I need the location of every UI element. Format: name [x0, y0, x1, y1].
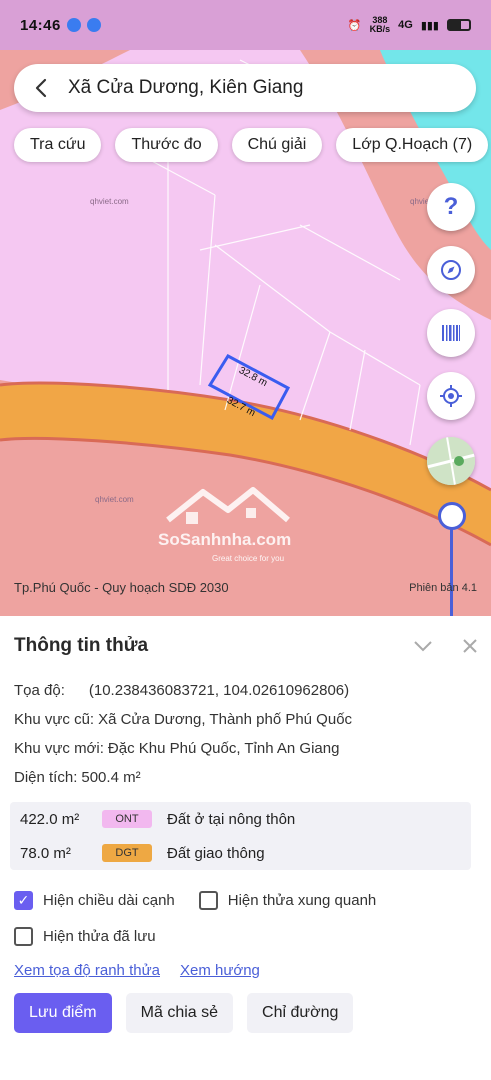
usage-area: 422.0 m² [20, 810, 80, 828]
show-nearby-label[interactable]: Hiện thửa xung quanh [228, 892, 376, 909]
status-time: 14:46 [20, 16, 61, 34]
directions-button[interactable]: Chỉ đường [247, 993, 354, 1033]
collapse-chevron-icon[interactable] [413, 640, 433, 652]
size-value: 500.4 m² [81, 769, 141, 786]
coords-label: Tọa độ: [14, 682, 65, 699]
panel-links: Xem tọa độ ranh thửa Xem hướng [14, 962, 477, 979]
parcel-info-panel: Thông tin thửa Tọa độ: (10.238436083721,… [0, 616, 491, 1080]
network-speed: 388 KB/s [369, 15, 391, 34]
alarm-icon: ⏰ [347, 19, 362, 32]
panel-header: Thông tin thửa [14, 616, 477, 676]
old-area-value: Xã Cửa Dương, Thành phố Phú Quốc [98, 711, 353, 728]
show-nearby-checkbox[interactable] [198, 890, 218, 910]
show-edge-length-checkbox[interactable]: ✓ [14, 890, 33, 910]
chip-legend[interactable]: Chú giải [231, 128, 323, 162]
chip-planning-layers[interactable]: Lớp Q.Hoạch (7) [336, 128, 489, 162]
brand-name: SoSanhnha.com [158, 530, 292, 549]
help-button[interactable]: ? [427, 183, 475, 231]
notification-icon [66, 18, 81, 32]
my-location-button[interactable] [427, 372, 475, 420]
telegram-icon [86, 18, 101, 32]
close-icon[interactable] [463, 639, 477, 653]
show-saved-checkbox[interactable] [14, 926, 33, 946]
table-row: 422.0 m² ONT Đất ở tại nông thôn [10, 802, 471, 836]
old-area-row: Khu vực cũ: Xã Cửa Dương, Thành phố Phú … [14, 705, 477, 734]
old-area-label: Khu vực cũ: [14, 711, 95, 728]
gps-target-icon [440, 385, 462, 407]
compass-icon [441, 260, 461, 280]
status-bar: 14:46 ⏰ 388 KB/s 4G ▮▮▮ [0, 0, 491, 50]
brand-tagline: Great choice for you [212, 554, 285, 563]
compass-button[interactable] [427, 246, 475, 294]
show-nearby-option[interactable]: Hiện thửa xung quanh [198, 890, 376, 910]
table-row: 78.0 m² DGT Đất giao thông [10, 836, 471, 870]
battery-icon [447, 19, 471, 31]
location-title[interactable]: Xã Cửa Dương, Kiên Giang [68, 77, 303, 99]
back-arrow-icon[interactable] [30, 76, 54, 100]
panel-actions: Lưu điểm Mã chia sẻ Chỉ đường [14, 993, 477, 1033]
show-edge-length-option[interactable]: ✓ Hiện chiều dài cạnh [14, 890, 175, 910]
usage-code-badge: ONT [102, 810, 152, 828]
basemap-toggle-button[interactable] [427, 437, 475, 485]
opacity-slider-track[interactable] [450, 520, 453, 616]
save-point-button[interactable]: Lưu điểm [14, 993, 112, 1033]
plan-name: Tp.Phú Quốc - Quy hoạch SDĐ 2030 [14, 580, 229, 595]
help-icon: ? [443, 193, 459, 220]
opacity-slider-knob[interactable] [438, 502, 466, 530]
size-label: Diện tích: [14, 769, 78, 786]
usage-desc: Đất giao thông [167, 844, 265, 862]
usage-area: 78.0 m² [20, 844, 71, 862]
show-edge-length-label[interactable]: Hiện chiều dài cạnh [43, 892, 175, 909]
map-watermark-3: qhviet.com [95, 495, 134, 504]
search-bar[interactable]: Xã Cửa Dương, Kiên Giang [14, 64, 476, 112]
app-version: Phiên bản 4.1 [409, 582, 477, 594]
new-area-value: Đặc Khu Phú Quốc, Tỉnh An Giang [107, 740, 340, 757]
show-saved-option[interactable]: Hiện thửa đã lưu [14, 926, 156, 946]
brand-watermark: SoSanhnha.com Great choice for you [148, 480, 308, 570]
chip-lookup[interactable]: Tra cứu [14, 128, 102, 162]
network-type: 4G [398, 19, 413, 31]
map-thumbnail-icon [427, 437, 475, 485]
coords-row: Tọa độ: (10.238436083721, 104.0261096280… [14, 676, 477, 705]
show-saved-label[interactable]: Hiện thửa đã lưu [43, 928, 156, 945]
new-area-label: Khu vực mới: [14, 740, 104, 757]
signal-icon: ▮▮▮ [420, 19, 439, 32]
usage-desc: Đất ở tại nông thôn [167, 810, 296, 828]
options-row-1: ✓ Hiện chiều dài cạnh Hiện thửa xung qua… [14, 882, 477, 918]
chip-ruler[interactable]: Thước đo [115, 128, 218, 162]
options-row-2: Hiện thửa đã lưu [14, 918, 477, 954]
map-watermark-1: qhviet.com [90, 197, 129, 206]
map-view[interactable]: qhviet.com qhviet.com qhviet.com 32.8 m … [0, 50, 491, 616]
map-toolbar: Tra cứu Thước đo Chú giải Lớp Q.Hoạch (7… [14, 128, 489, 162]
view-coords-link[interactable]: Xem tọa độ ranh thửa [14, 962, 160, 979]
usage-code-badge: DGT [102, 844, 152, 862]
barcode-icon [442, 325, 460, 341]
coords-value: (10.238436083721, 104.02610962806) [88, 682, 350, 699]
view-direction-link[interactable]: Xem hướng [180, 962, 260, 979]
barcode-button[interactable] [427, 309, 475, 357]
panel-title: Thông tin thửa [14, 635, 149, 656]
land-use-table: 422.0 m² ONT Đất ở tại nông thôn 78.0 m²… [10, 802, 471, 870]
share-code-button[interactable]: Mã chia sẻ [125, 993, 234, 1033]
new-area-row: Khu vực mới: Đặc Khu Phú Quốc, Tỉnh An G… [14, 734, 477, 763]
size-row: Diện tích: 500.4 m² [14, 763, 477, 792]
